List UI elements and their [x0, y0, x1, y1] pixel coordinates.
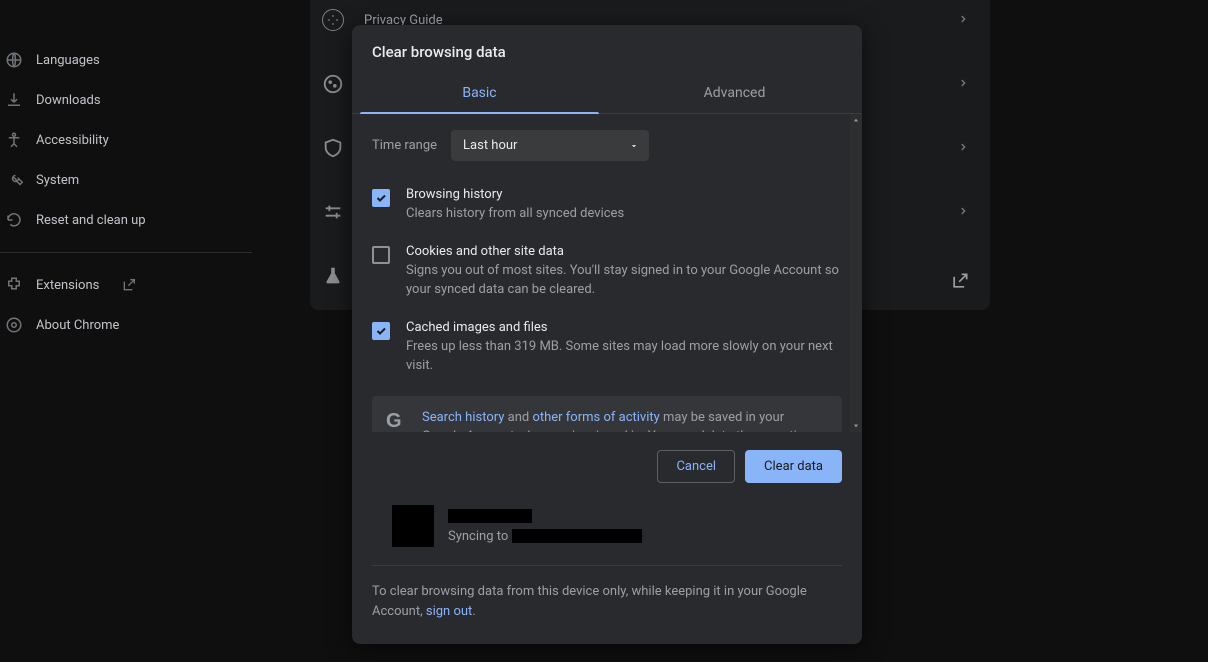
time-range-row: Time range Last hour [352, 114, 862, 177]
dialog-scroll-area: Time range Last hour Browsing history Cl… [352, 114, 862, 432]
dialog-footnote: To clear browsing data from this device … [352, 566, 862, 638]
checkbox-browsing-history[interactable] [372, 189, 390, 207]
account-name-redacted [448, 509, 532, 523]
sync-account-row: Syncing to [372, 501, 842, 566]
reset-icon [4, 210, 24, 230]
cookie-icon [322, 73, 344, 95]
account-activity-info: G Search history and other forms of acti… [372, 396, 842, 433]
sidebar-item-downloads[interactable]: Downloads [0, 80, 252, 120]
sidebar-item-system[interactable]: System [0, 160, 252, 200]
time-range-select[interactable]: Last hour [451, 130, 649, 161]
chrome-icon [4, 315, 24, 335]
globe-icon [4, 50, 24, 70]
scroll-up-icon[interactable] [850, 114, 862, 126]
search-history-link[interactable]: Search history [422, 410, 504, 425]
check-desc: Frees up less than 319 MB. Some sites ma… [406, 337, 842, 376]
sidebar-item-label: Languages [36, 53, 100, 68]
other-activity-link[interactable]: other forms of activity [532, 410, 659, 425]
sidebar-divider [0, 252, 252, 253]
sync-status: Syncing to [448, 529, 642, 544]
sidebar-item-label: Accessibility [36, 133, 109, 148]
settings-sidebar: Languages Downloads Accessibility System… [0, 0, 252, 662]
scroll-down-icon[interactable] [850, 420, 862, 432]
sign-out-link[interactable]: sign out [426, 604, 472, 619]
compass-icon [322, 9, 344, 31]
avatar [392, 505, 434, 547]
sidebar-item-reset[interactable]: Reset and clean up [0, 200, 252, 240]
info-message: Search history and other forms of activi… [422, 408, 828, 433]
check-desc: Signs you out of most sites. You'll stay… [406, 261, 842, 300]
sidebar-item-label: Downloads [36, 93, 101, 108]
sidebar-item-label: Extensions [36, 278, 99, 293]
chevron-right-icon [958, 204, 968, 218]
dialog-title: Clear browsing data [352, 25, 862, 75]
caret-down-icon [629, 141, 639, 151]
clear-browsing-data-dialog: Clear browsing data Basic Advanced Time … [352, 25, 862, 644]
sidebar-item-extensions[interactable]: Extensions [0, 265, 252, 305]
extension-icon [4, 275, 24, 295]
dialog-tabs: Basic Advanced [352, 75, 862, 114]
tab-basic[interactable]: Basic [352, 75, 607, 113]
accessibility-icon [4, 130, 24, 150]
open-external-icon [950, 271, 972, 293]
open-external-icon [121, 277, 137, 293]
check-row-cookies[interactable]: Cookies and other site data Signs you ou… [352, 234, 862, 310]
sidebar-item-label: System [36, 173, 79, 188]
scrollbar[interactable] [850, 114, 862, 432]
checkbox-cookies[interactable] [372, 246, 390, 264]
sidebar-item-languages[interactable]: Languages [0, 40, 252, 80]
sliders-icon [322, 201, 344, 223]
sidebar-item-accessibility[interactable]: Accessibility [0, 120, 252, 160]
chevron-right-icon [958, 12, 968, 26]
clear-data-button[interactable]: Clear data [745, 450, 842, 483]
check-row-cache[interactable]: Cached images and files Frees up less th… [352, 310, 862, 386]
sidebar-item-about[interactable]: About Chrome [0, 305, 252, 345]
check-title: Cookies and other site data [406, 244, 842, 259]
check-title: Browsing history [406, 187, 624, 202]
chevron-right-icon [958, 140, 968, 154]
dialog-button-row: Cancel Clear data [352, 432, 862, 501]
google-logo-icon: G [386, 410, 408, 432]
flask-icon [322, 265, 344, 287]
check-desc: Clears history from all synced devices [406, 204, 624, 224]
sidebar-item-label: About Chrome [36, 318, 119, 333]
tab-advanced[interactable]: Advanced [607, 75, 862, 113]
download-icon [4, 90, 24, 110]
cancel-button[interactable]: Cancel [657, 450, 735, 483]
time-range-value: Last hour [463, 138, 517, 153]
check-row-browsing-history[interactable]: Browsing history Clears history from all… [352, 177, 862, 234]
time-range-label: Time range [372, 138, 437, 153]
wrench-icon [4, 170, 24, 190]
chevron-right-icon [958, 76, 968, 90]
sync-email-redacted [512, 529, 642, 543]
shield-icon [322, 137, 344, 159]
check-title: Cached images and files [406, 320, 842, 335]
checkbox-cache[interactable] [372, 322, 390, 340]
sidebar-item-label: Reset and clean up [36, 213, 146, 228]
